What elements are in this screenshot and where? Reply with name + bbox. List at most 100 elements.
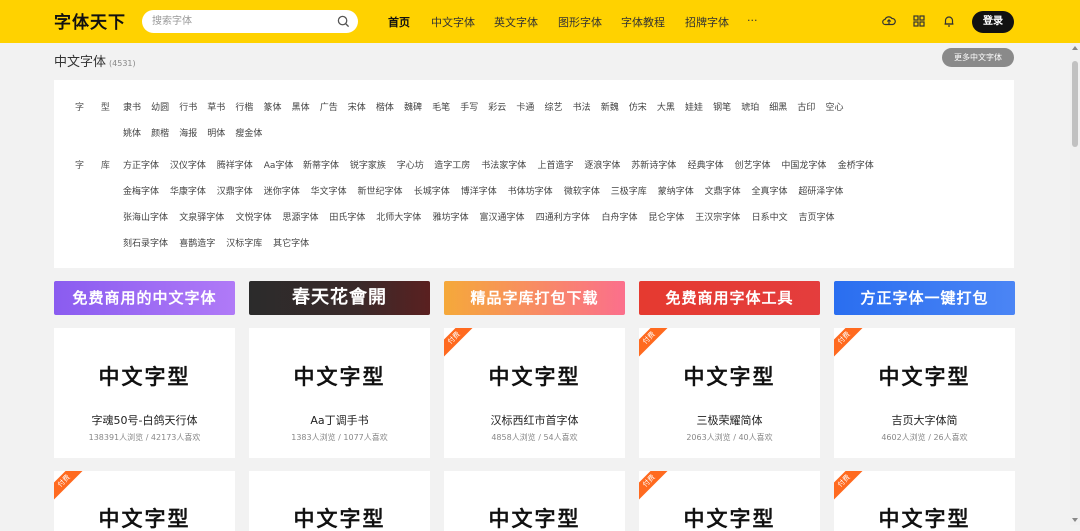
filter-library-item[interactable]: 田氏字体 bbox=[329, 210, 365, 223]
filter-type-item[interactable]: 宋体 bbox=[348, 100, 366, 113]
filter-library-item[interactable]: 昆仑字体 bbox=[648, 210, 684, 223]
banner-free-commercial-fonts[interactable]: 免费商用的中文字体 bbox=[54, 281, 235, 315]
filter-type-item[interactable]: 综艺 bbox=[545, 100, 563, 113]
filter-type-item[interactable]: 细黑 bbox=[769, 100, 787, 113]
filter-library-item[interactable]: 汉标字库 bbox=[226, 236, 262, 249]
filter-type-item[interactable]: 隶书 bbox=[123, 100, 141, 113]
filter-type-item[interactable]: 姚体 bbox=[123, 126, 141, 139]
font-name[interactable]: 吉页大字体简 bbox=[834, 412, 1015, 428]
filter-type-item[interactable]: 卡通 bbox=[516, 100, 534, 113]
filter-library-item[interactable]: 北师大字体 bbox=[376, 210, 421, 223]
filter-type-item[interactable]: 海报 bbox=[179, 126, 197, 139]
scroll-up-arrow[interactable] bbox=[1072, 46, 1078, 50]
filter-type-item[interactable]: 琥珀 bbox=[741, 100, 759, 113]
filter-type-item[interactable]: 娃娃 bbox=[685, 100, 703, 113]
scroll-down-arrow[interactable] bbox=[1072, 518, 1078, 522]
filter-type-item[interactable]: 瘦金体 bbox=[235, 126, 262, 139]
filter-type-item[interactable]: 行楷 bbox=[235, 100, 253, 113]
filter-library-item[interactable]: 书法家字体 bbox=[481, 158, 526, 171]
banner-free-font-tool[interactable]: 免费商用字体工具 bbox=[639, 281, 820, 315]
nav-chinese-fonts[interactable]: 中文字体 bbox=[431, 14, 475, 30]
filter-library-item[interactable]: 超研泽字体 bbox=[798, 184, 843, 197]
font-card[interactable]: 付费 中文字型 吉页大字体简 4602人浏览 / 26人喜欢 bbox=[834, 328, 1015, 458]
font-card[interactable]: 中文字型 Aa丁调手书 1383人浏览 / 1077人喜欢 bbox=[249, 328, 430, 458]
filter-library-item[interactable]: 王汉宗字体 bbox=[695, 210, 740, 223]
filter-type-item[interactable]: 广告 bbox=[320, 100, 338, 113]
filter-type-item[interactable]: 篆体 bbox=[264, 100, 282, 113]
filter-library-item[interactable]: 日系中文 bbox=[752, 210, 788, 223]
filter-type-item[interactable]: 毛笔 bbox=[432, 100, 450, 113]
filter-library-item[interactable]: 三极字库 bbox=[611, 184, 647, 197]
filter-library-item[interactable]: 文鼎字体 bbox=[705, 184, 741, 197]
filter-library-item[interactable]: 中国龙字体 bbox=[781, 158, 826, 171]
filter-type-item[interactable]: 彩云 bbox=[488, 100, 506, 113]
filter-type-item[interactable]: 手写 bbox=[460, 100, 478, 113]
font-name[interactable]: 字魂50号-白鸽天行体 bbox=[54, 412, 235, 428]
filter-library-item[interactable]: 刻石录字体 bbox=[123, 236, 168, 249]
filter-type-item[interactable]: 行书 bbox=[179, 100, 197, 113]
filter-library-item[interactable]: 造字工房 bbox=[434, 158, 470, 171]
filter-library-item[interactable]: 博洋字体 bbox=[461, 184, 497, 197]
filter-type-item[interactable]: 魏碑 bbox=[404, 100, 422, 113]
nav-english-fonts[interactable]: 英文字体 bbox=[494, 14, 538, 30]
filter-library-item[interactable]: 苏新诗字体 bbox=[631, 158, 676, 171]
font-card[interactable]: 中文字型 字魂50号-白鸽天行体 138391人浏览 / 42173人喜欢 bbox=[54, 328, 235, 458]
font-card[interactable]: 付费 中文字型 三极荣耀简体 2063人浏览 / 40人喜欢 bbox=[639, 328, 820, 458]
filter-type-item[interactable]: 草书 bbox=[207, 100, 225, 113]
font-card[interactable]: 付费 中文字型 bbox=[639, 471, 820, 531]
filter-library-item[interactable]: 喜鹊造字 bbox=[179, 236, 215, 249]
filter-library-item[interactable]: 字心坊 bbox=[397, 158, 424, 171]
filter-library-item[interactable]: 华康字体 bbox=[170, 184, 206, 197]
font-card[interactable]: 付费 中文字型 汉标西红市首字体 4858人浏览 / 54人喜欢 bbox=[444, 328, 625, 458]
filter-library-item[interactable]: 新世纪字体 bbox=[358, 184, 403, 197]
nav-graphic-fonts[interactable]: 图形字体 bbox=[558, 14, 602, 30]
nav-more[interactable]: ··· bbox=[747, 14, 758, 27]
filter-type-item[interactable]: 楷体 bbox=[376, 100, 394, 113]
filter-library-item[interactable]: Aa字体 bbox=[264, 158, 294, 171]
filter-library-item[interactable]: 书体坊字体 bbox=[508, 184, 553, 197]
filter-library-item[interactable]: 金梅字体 bbox=[123, 184, 159, 197]
filter-library-item[interactable]: 文悦字体 bbox=[236, 210, 272, 223]
filter-library-item[interactable]: 文泉驿字体 bbox=[179, 210, 224, 223]
filter-library-item[interactable]: 华文字体 bbox=[311, 184, 347, 197]
filter-library-item[interactable]: 新蒂字体 bbox=[303, 158, 339, 171]
filter-library-item[interactable]: 吉页字体 bbox=[799, 210, 835, 223]
nav-font-tutorials[interactable]: 字体教程 bbox=[621, 14, 665, 30]
filter-library-item[interactable]: 微软字体 bbox=[564, 184, 600, 197]
font-name[interactable]: Aa丁调手书 bbox=[249, 412, 430, 428]
grid-icon[interactable] bbox=[912, 14, 926, 28]
filter-library-item[interactable]: 上首造字 bbox=[538, 158, 574, 171]
filter-library-item[interactable]: 白舟字体 bbox=[602, 210, 638, 223]
filter-library-item[interactable]: 四通利方字体 bbox=[536, 210, 590, 223]
search-icon[interactable] bbox=[337, 15, 350, 28]
filter-type-item[interactable]: 新魏 bbox=[601, 100, 619, 113]
nav-home[interactable]: 首页 bbox=[388, 14, 410, 30]
filter-library-item[interactable]: 迷你字体 bbox=[264, 184, 300, 197]
filter-type-item[interactable]: 书法 bbox=[573, 100, 591, 113]
filter-library-item[interactable]: 金桥字体 bbox=[838, 158, 874, 171]
filter-library-item[interactable]: 方正字体 bbox=[123, 158, 159, 171]
font-name[interactable]: 三极荣耀简体 bbox=[639, 412, 820, 428]
filter-library-item[interactable]: 思源字体 bbox=[283, 210, 319, 223]
filter-library-item[interactable]: 张海山字体 bbox=[123, 210, 168, 223]
font-card[interactable]: 中文字型 bbox=[249, 471, 430, 531]
filter-type-item[interactable]: 颜楷 bbox=[151, 126, 169, 139]
font-card[interactable]: 中文字型 bbox=[444, 471, 625, 531]
filter-library-item[interactable]: 汉仪字体 bbox=[170, 158, 206, 171]
search-input[interactable] bbox=[152, 13, 332, 30]
search-box[interactable] bbox=[142, 10, 358, 33]
filter-library-item[interactable]: 全真字体 bbox=[752, 184, 788, 197]
filter-library-item[interactable]: 汉鼎字体 bbox=[217, 184, 253, 197]
filter-library-item[interactable]: 蒙纳字体 bbox=[658, 184, 694, 197]
font-name[interactable]: 汉标西红市首字体 bbox=[444, 412, 625, 428]
banner-founder-pack[interactable]: 方正字体一键打包 bbox=[834, 281, 1015, 315]
banner-spring-flowers[interactable]: 春天花會開 bbox=[249, 281, 430, 315]
filter-library-item[interactable]: 创艺字体 bbox=[735, 158, 771, 171]
filter-type-item[interactable]: 明体 bbox=[207, 126, 225, 139]
nav-signboard-fonts[interactable]: 招牌字体 bbox=[685, 14, 729, 30]
filter-type-item[interactable]: 仿宋 bbox=[629, 100, 647, 113]
scroll-thumb[interactable] bbox=[1072, 61, 1078, 147]
more-chinese-fonts-button[interactable]: 更多中文字体 bbox=[942, 48, 1014, 67]
filter-library-item[interactable]: 逐浪字体 bbox=[584, 158, 620, 171]
filter-library-item[interactable]: 雅坊字体 bbox=[433, 210, 469, 223]
